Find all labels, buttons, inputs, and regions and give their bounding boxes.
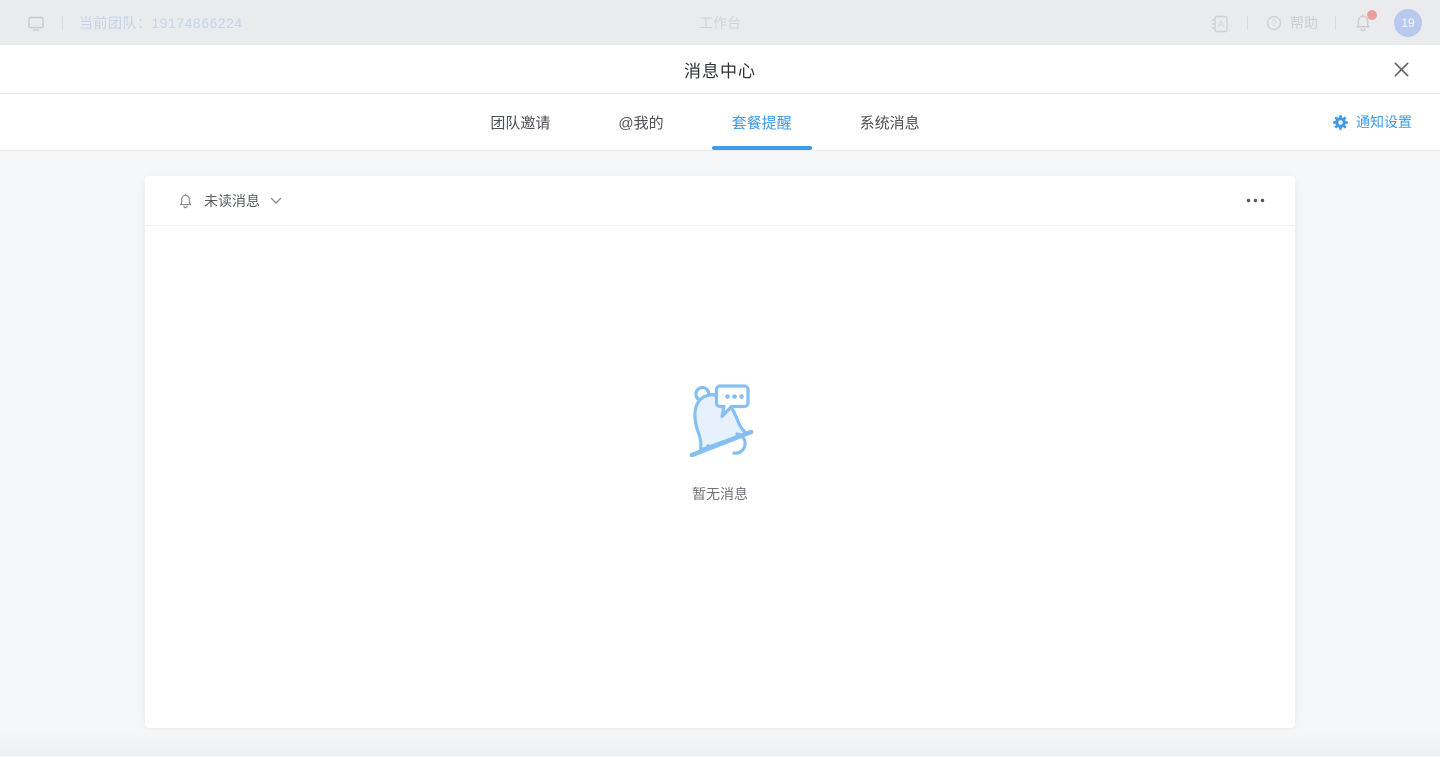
drawer-header: 消息中心 — [0, 45, 1440, 94]
panel-header: 未读消息 — [145, 176, 1295, 226]
tab-plan-reminders[interactable]: 套餐提醒 — [732, 94, 792, 150]
svg-text:?: ? — [1271, 18, 1276, 28]
tabs-bar: 团队邀请 @我的 套餐提醒 系统消息 — [0, 94, 1440, 151]
avatar[interactable]: 19 — [1394, 9, 1422, 37]
notifications-bell-button[interactable] — [1353, 13, 1373, 33]
messages-panel: 未读消息 — [145, 176, 1295, 728]
filter-label: 未读消息 — [204, 191, 260, 211]
empty-bell-illustration — [674, 374, 766, 466]
more-actions-button[interactable] — [1244, 192, 1267, 209]
drawer-body: 未读消息 — [0, 151, 1440, 756]
topbar: 当前团队：19174866224 工作台 A ? 帮助 — [0, 0, 1440, 45]
tab-underline — [712, 146, 812, 150]
empty-state: 暂无消息 — [145, 374, 1295, 504]
unread-badge-dot — [1367, 10, 1377, 20]
topbar-left: 当前团队：19174866224 — [26, 13, 243, 33]
close-icon — [1393, 61, 1410, 78]
tab-mentions[interactable]: @我的 — [618, 94, 663, 150]
svg-text:A: A — [1218, 19, 1224, 29]
tab-system-messages[interactable]: 系统消息 — [860, 94, 920, 150]
bell-icon — [177, 192, 194, 210]
divider — [1247, 16, 1248, 30]
unread-filter-dropdown[interactable]: 未读消息 — [177, 191, 282, 211]
notification-settings-label: 通知设置 — [1356, 112, 1412, 132]
current-team-label[interactable]: 当前团队：19174866224 — [79, 13, 243, 33]
divider — [62, 16, 63, 30]
notification-settings-button[interactable]: 通知设置 — [1332, 94, 1412, 150]
gear-icon — [1332, 114, 1349, 131]
tabs: 团队邀请 @我的 套餐提醒 系统消息 — [490, 94, 949, 150]
monitor-icon[interactable] — [26, 13, 46, 33]
help-label: 帮助 — [1290, 13, 1318, 33]
page-title: 消息中心 — [684, 57, 756, 82]
contacts-icon[interactable]: A — [1210, 13, 1230, 33]
chevron-down-icon — [270, 197, 282, 205]
close-button[interactable] — [1386, 54, 1416, 84]
divider — [1335, 16, 1336, 30]
bottom-overlay-band — [0, 730, 1440, 756]
empty-state-text: 暂无消息 — [692, 484, 748, 504]
more-icon — [1246, 198, 1265, 203]
message-center-drawer: 消息中心 团队邀请 @我的 套餐提醒 系统消息 — [0, 45, 1440, 756]
help-button[interactable]: ? 帮助 — [1265, 13, 1318, 33]
help-icon: ? — [1265, 14, 1283, 32]
topbar-right: A ? 帮助 19 — [1210, 9, 1422, 37]
tab-team-invites[interactable]: 团队邀请 — [490, 94, 550, 150]
